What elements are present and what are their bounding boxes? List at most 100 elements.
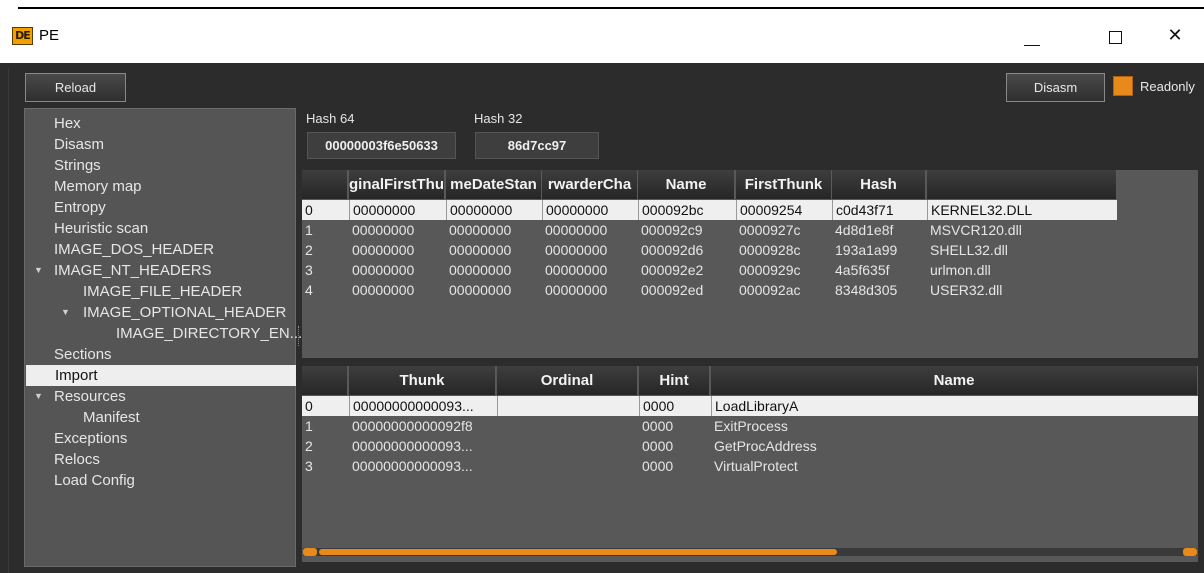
- sidebar-item-label: Memory map: [54, 178, 142, 195]
- hint-header[interactable]: Hint: [639, 366, 710, 395]
- sidebar-item[interactable]: IMAGE_DOS_HEADER: [25, 239, 295, 260]
- table-cell: 0000928c: [739, 242, 801, 258]
- dll-name-header[interactable]: [927, 170, 1117, 199]
- table-cell: 000092c9: [641, 222, 703, 238]
- function-name-header[interactable]: Name: [711, 366, 1198, 395]
- sidebar-item-label: Entropy: [54, 199, 106, 216]
- table-cell: 4a5f635f: [835, 262, 890, 278]
- window-title: PE: [39, 27, 60, 44]
- sidebar-item-label: IMAGE_DIRECTORY_EN...: [116, 325, 303, 342]
- sidebar-item[interactable]: Exceptions: [25, 428, 295, 449]
- first-thunk-header[interactable]: FirstThunk: [736, 170, 832, 199]
- table-cell: 0000: [642, 458, 674, 474]
- hash-header[interactable]: Hash: [832, 170, 926, 199]
- sidebar-item-label: Hex: [54, 115, 81, 132]
- readonly-label: Readonly: [1140, 79, 1195, 94]
- table-row[interactable]: 0 00000000 00000000 00000000 000092bc 0000925…: [302, 200, 1117, 220]
- sidebar-item[interactable]: Sections: [25, 344, 295, 365]
- name-header[interactable]: Name: [638, 170, 735, 199]
- table-cell: 00000000: [352, 222, 415, 238]
- sidebar-item-label: IMAGE_NT_HEADERS: [54, 262, 212, 279]
- table-cell: 1: [305, 222, 313, 238]
- sidebar-item[interactable]: Import: [26, 365, 296, 386]
- table-cell: 000092ed: [641, 282, 704, 298]
- table-cell: 8348d305: [835, 282, 898, 298]
- expand-arrow-icon[interactable]: ▼: [34, 260, 43, 281]
- table-row[interactable]: 4 00000000 00000000 00000000 000092ed 000092a…: [302, 280, 1117, 300]
- sidebar-item[interactable]: Heuristic scan: [25, 218, 295, 239]
- sidebar-item[interactable]: Disasm: [25, 134, 295, 155]
- thunk-header[interactable]: Thunk: [349, 366, 496, 395]
- sidebar-item[interactable]: IMAGE_FILE_HEADER: [25, 281, 295, 302]
- readonly-checkbox[interactable]: [1113, 76, 1133, 96]
- sidebar-tree[interactable]: Hex Disasm Strings Memory map Entropy Heurist…: [24, 108, 302, 567]
- table-row[interactable]: 3 00000000000093... 0000 VirtualProtect: [302, 456, 1198, 476]
- table-cell: 3: [305, 458, 313, 474]
- splitter-handle[interactable]: [298, 326, 300, 346]
- sidebar-item[interactable]: ▼ Resources: [25, 386, 295, 407]
- sidebar-item[interactable]: ▼ IMAGE_OPTIONAL_HEADER: [25, 302, 295, 323]
- sidebar-item[interactable]: Hex: [25, 113, 295, 134]
- table-cell: 00000000: [449, 242, 512, 258]
- imports-table[interactable]: ginalFirstThu meDateStan rwarderCha Name Fir…: [302, 170, 1198, 358]
- scrollbar-thumb[interactable]: [319, 549, 837, 555]
- table-cell: 00000000: [542, 200, 638, 220]
- sidebar-item-label: Relocs: [54, 451, 100, 468]
- table-cell: [497, 436, 638, 456]
- sidebar-item[interactable]: Strings: [25, 155, 295, 176]
- sidebar-item[interactable]: Entropy: [25, 197, 295, 218]
- table-row[interactable]: 2 00000000 00000000 00000000 000092d6 0000928…: [302, 240, 1117, 260]
- table-cell: 000092e2: [641, 262, 704, 278]
- table-row[interactable]: 1 00000000 00000000 00000000 000092c9 0000927…: [302, 220, 1117, 240]
- table-cell: VirtualProtect: [714, 458, 798, 474]
- table-cell: 00000000000092f8: [352, 418, 473, 434]
- table-cell: 00000000: [449, 282, 512, 298]
- expand-arrow-icon[interactable]: ▼: [34, 386, 43, 407]
- table-cell: 00000000: [545, 262, 608, 278]
- table-row[interactable]: 0 00000000000093... 0000 LoadLibraryA: [302, 396, 1198, 416]
- table-row[interactable]: 1 00000000000092f8 0000 ExitProcess: [302, 416, 1198, 436]
- table-cell: 0000: [642, 418, 674, 434]
- sidebar-item[interactable]: ▼ IMAGE_NT_HEADERS: [25, 260, 295, 281]
- sidebar-item-label: Resources: [54, 388, 126, 405]
- maximize-icon: [1109, 31, 1122, 44]
- sidebar-item-label: Import: [55, 367, 98, 384]
- disasm-button[interactable]: Disasm: [1006, 73, 1105, 102]
- time-date-stamp-header[interactable]: meDateStan: [446, 170, 542, 199]
- sidebar-item-label: Manifest: [83, 409, 140, 426]
- sidebar-item-label: Disasm: [54, 136, 105, 153]
- table-cell: 00000000: [449, 222, 512, 238]
- table-cell: 0000929c: [739, 262, 801, 278]
- sidebar-item[interactable]: Memory map: [25, 176, 295, 197]
- sidebar-item[interactable]: Manifest: [25, 407, 295, 428]
- table-cell: 00000000: [349, 200, 445, 220]
- scroll-left-icon[interactable]: [303, 548, 317, 556]
- hash64-label: Hash 64: [306, 111, 355, 126]
- hash32-value: 86d7cc97: [475, 132, 599, 159]
- sidebar-item[interactable]: IMAGE_DIRECTORY_EN...: [25, 323, 302, 344]
- sidebar-item[interactable]: Relocs: [25, 449, 295, 470]
- reload-button[interactable]: Reload: [25, 73, 126, 102]
- hash64-value: 00000003f6e50633: [307, 132, 456, 159]
- horizontal-scrollbar[interactable]: [303, 548, 1197, 556]
- sidebar-item-label: IMAGE_DOS_HEADER: [54, 241, 215, 258]
- scroll-right-icon[interactable]: [1183, 548, 1197, 556]
- table-row[interactable]: 2 00000000000093... 0000 GetProcAddress: [302, 436, 1198, 456]
- functions-table[interactable]: Thunk Ordinal Hint Name 0 00000000000093... 00…: [302, 366, 1198, 562]
- ordinal-header[interactable]: Ordinal: [497, 366, 638, 395]
- expand-arrow-icon[interactable]: ▼: [61, 302, 70, 323]
- forwarder-chain-header[interactable]: rwarderCha: [542, 170, 638, 199]
- table-cell: 4d8d1e8f: [835, 222, 894, 238]
- table-cell: 00000000: [352, 282, 415, 298]
- original-first-thunk-header[interactable]: ginalFirstThu: [349, 170, 445, 199]
- minimize-button[interactable]: [1009, 21, 1049, 51]
- table-cell: c0d43f71: [832, 200, 926, 220]
- close-button[interactable]: ✕: [1155, 21, 1195, 51]
- table-row[interactable]: 3 00000000 00000000 00000000 000092e2 0000929…: [302, 260, 1117, 280]
- table-cell: 00000000: [446, 200, 542, 220]
- app-icon: DE: [12, 27, 33, 45]
- sidebar-item[interactable]: Load Config: [25, 470, 295, 491]
- index-header[interactable]: [302, 170, 348, 199]
- index-header[interactable]: [302, 366, 348, 395]
- title-bar[interactable]: DE PE ✕: [0, 9, 1204, 63]
